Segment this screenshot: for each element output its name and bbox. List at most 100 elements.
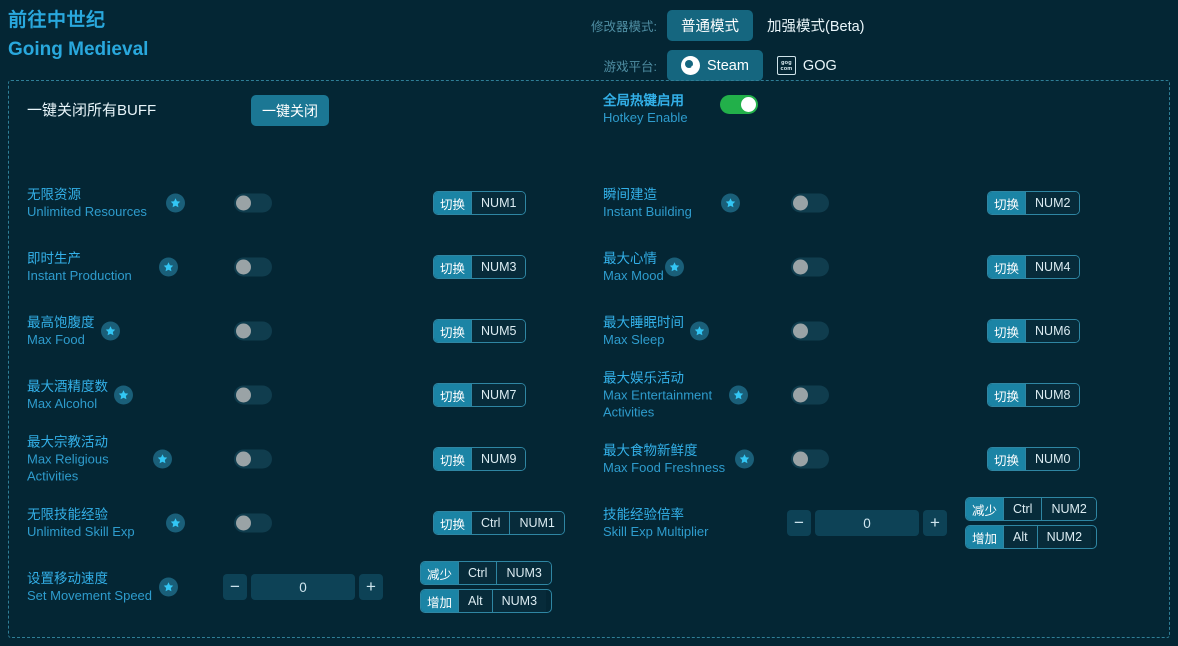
cheat-label-cn: 即时生产 [27, 251, 81, 266]
cheat-label-en: Max Mood [603, 268, 664, 283]
close-all-buffs-button[interactable]: 一键关闭 [251, 95, 329, 126]
hotkey-key: Ctrl [458, 562, 497, 584]
hotkey-chip[interactable]: 切换 NUM8 [987, 383, 1081, 407]
cheat-row: 瞬间建造 Instant Building 切换 NUM2 [603, 175, 1163, 231]
cheat-toggle[interactable] [234, 449, 272, 469]
favorite-star-icon[interactable] [721, 193, 740, 213]
favorite-star-icon[interactable] [166, 513, 185, 533]
toggle-knob [236, 387, 251, 403]
cheat-toggle[interactable] [791, 193, 829, 213]
hotkey-action-label: 减少 [966, 498, 1004, 520]
favorite-star-icon[interactable] [159, 577, 178, 597]
gog-icon-bottom: com [780, 65, 793, 72]
hotkey-chip[interactable]: 切换 NUM5 [433, 319, 527, 343]
favorite-star-icon[interactable] [153, 449, 172, 469]
stepper-minus-button[interactable]: − [223, 574, 247, 600]
cheat-label-cn: 最高饱腹度 [27, 315, 95, 330]
favorite-star-icon[interactable] [729, 385, 748, 405]
hotkey-chip[interactable]: 增加 Alt NUM3 [420, 589, 552, 613]
stepper-plus-button[interactable]: + [359, 574, 383, 600]
cheat-labels: 无限技能经验 Unlimited Skill Exp [27, 506, 135, 540]
cheat-toggle[interactable] [791, 257, 829, 277]
mode-normal-button[interactable]: 普通模式 [667, 10, 753, 41]
gog-icon: gog com [776, 56, 796, 75]
cheat-labels: 技能经验倍率 Skill Exp Multiplier [603, 506, 708, 540]
stepper-value[interactable]: 0 [815, 510, 919, 536]
hotkey-chip[interactable]: 减少 Ctrl NUM3 [420, 561, 552, 585]
stepper-plus-button[interactable]: + [923, 510, 947, 536]
hotkey-chip[interactable]: 切换 NUM3 [433, 255, 527, 279]
cheat-toggle[interactable] [234, 385, 272, 405]
cheat-label-cn: 无限技能经验 [27, 507, 108, 522]
game-platform-label: 游戏平台: [603, 60, 657, 74]
toggle-knob [793, 451, 808, 467]
cheat-labels: 最大心情 Max Mood [603, 250, 664, 284]
hotkey-key: NUM2 [1025, 192, 1080, 214]
toggle-knob [236, 451, 251, 467]
close-all-buffs-label: 一键关闭所有BUFF [27, 102, 157, 119]
mode-enhanced-button[interactable]: 加强模式(Beta) [753, 10, 879, 41]
cheat-row: 最大娱乐活动 Max Entertainment Activities 切换 NUM8 [603, 367, 1163, 423]
hotkey-key: NUM2 [1036, 526, 1092, 548]
hotkey-chip[interactable]: 减少 Ctrl NUM2 [965, 497, 1097, 521]
hotkey-action-label: 切换 [434, 384, 472, 406]
hotkey-enable-label-en: Hotkey Enable [603, 110, 688, 125]
cheat-label-cn: 最大睡眠时间 [603, 315, 684, 330]
hotkey-chip[interactable]: 切换 Ctrl NUM1 [433, 511, 565, 535]
cheat-toggle[interactable] [234, 321, 272, 341]
cheat-label-en: Skill Exp Multiplier [603, 524, 709, 539]
hotkey-chip[interactable]: 切换 NUM0 [987, 447, 1081, 471]
hotkey-chip[interactable]: 切换 NUM7 [433, 383, 527, 407]
hotkey-chip[interactable]: 切换 NUM4 [987, 255, 1081, 279]
hotkey-enable-toggle[interactable] [719, 95, 758, 114]
cheat-row: 最高饱腹度 Max Food 切换 NUM5 [27, 303, 587, 359]
hotkey-action-label: 减少 [421, 562, 459, 584]
platform-steam-button[interactable]: Steam [667, 50, 763, 81]
favorite-star-icon[interactable] [665, 257, 684, 277]
hotkey-action-label: 切换 [434, 320, 472, 342]
stepper-value[interactable]: 0 [251, 574, 355, 600]
stepper-minus-button[interactable]: − [787, 510, 811, 536]
cheat-label-en: Max Food Freshness [603, 460, 726, 475]
hotkey-key: NUM0 [1025, 448, 1080, 470]
cheat-toggle[interactable] [234, 513, 272, 533]
toggle-knob [236, 323, 251, 339]
favorite-star-icon[interactable] [735, 449, 754, 469]
hotkey-key: NUM1 [471, 192, 526, 214]
hotkey-action-label: 切换 [988, 384, 1026, 406]
hotkey-chip[interactable]: 切换 NUM1 [433, 191, 527, 215]
cheat-labels: 设置移动速度 Set Movement Speed [27, 570, 152, 604]
toggle-knob [740, 97, 756, 112]
toggle-knob [793, 387, 808, 403]
platform-gog-button[interactable]: gog com GOG [763, 50, 851, 81]
hotkey-chip[interactable]: 切换 NUM2 [987, 191, 1081, 215]
app-title-en: Going Medieval [8, 39, 149, 60]
hotkey-action-label: 切换 [988, 192, 1026, 214]
cheat-row: 技能经验倍率 Skill Exp Multiplier −0 + 减少 Ctrl NUM2 增… [603, 495, 1163, 551]
cheat-label-en: Unlimited Skill Exp [27, 524, 135, 539]
hotkey-chip[interactable]: 增加 Alt NUM2 [965, 525, 1097, 549]
cheat-row: 最大睡眠时间 Max Sleep 切换 NUM6 [603, 303, 1163, 359]
cheat-toggle[interactable] [234, 257, 272, 277]
cheat-toggle[interactable] [234, 193, 272, 213]
favorite-star-icon[interactable] [690, 321, 709, 341]
cheat-toggle[interactable] [791, 385, 829, 405]
cheat-toggle[interactable] [791, 321, 829, 341]
cheat-label-en: Max Food [27, 332, 85, 347]
hotkey-action-label: 切换 [988, 320, 1026, 342]
header-controls: 修改器模式: 普通模式 加强模式(Beta) 游戏平台: Steam gog c… [585, 10, 879, 90]
hotkey-key: NUM6 [1025, 320, 1080, 342]
hotkey-chip[interactable]: 切换 NUM6 [987, 319, 1081, 343]
favorite-star-icon[interactable] [114, 385, 133, 405]
favorite-star-icon[interactable] [159, 257, 178, 277]
cheat-toggle[interactable] [791, 449, 829, 469]
hotkey-key: NUM9 [471, 448, 526, 470]
toggle-knob [793, 195, 808, 211]
favorite-star-icon[interactable] [100, 321, 120, 341]
hotkey-action-label: 切换 [434, 448, 472, 470]
hotkey-chip[interactable]: 切换 NUM9 [433, 447, 527, 471]
hotkey-action-label: 切换 [988, 256, 1026, 278]
hotkey-key: NUM3 [471, 256, 526, 278]
favorite-star-icon[interactable] [166, 193, 185, 213]
cheat-label-cn: 最大娱乐活动 [603, 370, 684, 386]
